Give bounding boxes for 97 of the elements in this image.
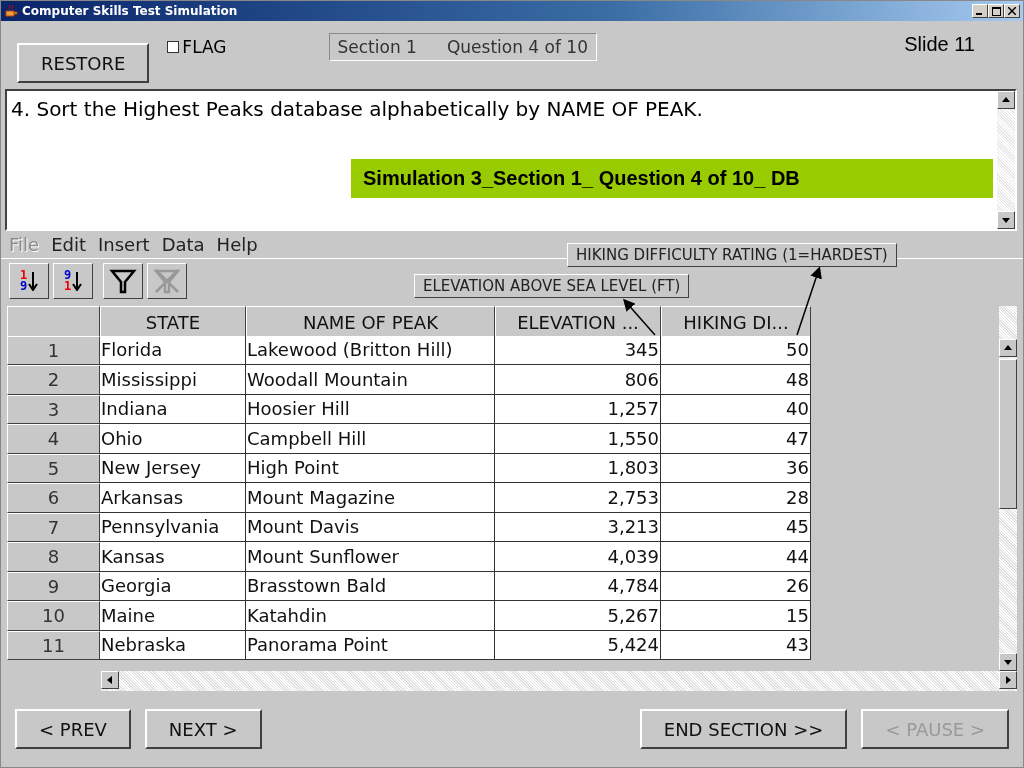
row-number[interactable]: 3 bbox=[7, 394, 100, 424]
table-cell: 1,550 bbox=[495, 424, 661, 454]
menu-item[interactable]: Edit bbox=[51, 234, 86, 255]
menu-item[interactable]: Help bbox=[216, 234, 258, 255]
down-arrow-icon bbox=[1001, 215, 1011, 225]
column-tooltip: ELEVATION ABOVE SEA LEVEL (FT) bbox=[414, 274, 690, 298]
slide-number: Slide 11 bbox=[904, 33, 975, 56]
row-number[interactable]: 9 bbox=[7, 571, 100, 601]
sort-button[interactable]: 1 9 bbox=[9, 263, 49, 299]
section-label: Section 1 bbox=[337, 37, 417, 57]
close-icon bbox=[1008, 7, 1016, 15]
table-cell: Woodall Mountain bbox=[246, 365, 495, 395]
table-cell: Hoosier Hill bbox=[246, 394, 495, 424]
table-cell: Arkansas bbox=[100, 483, 246, 513]
table-cell: Campbell Hill bbox=[246, 424, 495, 454]
table-cell: 4,784 bbox=[495, 571, 661, 601]
coffee-cup-icon bbox=[4, 4, 18, 18]
table-cell: 50 bbox=[661, 335, 811, 365]
table-cell: Mount Magazine bbox=[246, 483, 495, 513]
down-arrow-icon bbox=[28, 271, 39, 291]
table-cell: 40 bbox=[661, 394, 811, 424]
sort-digits: 9 1 bbox=[63, 270, 72, 292]
restore-button[interactable]: RESTORE bbox=[17, 43, 150, 83]
table-cell: High Point bbox=[246, 453, 495, 483]
nav-button[interactable]: < PREV bbox=[15, 709, 131, 749]
table-cell: 806 bbox=[495, 365, 661, 395]
table-cell: Lakewood (Britton Hill) bbox=[246, 335, 495, 365]
crossed-funnel-icon bbox=[153, 267, 181, 295]
menu-item[interactable]: Insert bbox=[98, 234, 150, 255]
right-arrow-icon bbox=[1003, 675, 1013, 685]
row-number[interactable]: 11 bbox=[7, 630, 100, 660]
table-cell: Panorama Point bbox=[246, 630, 495, 660]
table-cell: Mount Sunflower bbox=[246, 542, 495, 572]
table-cell: New Jersey bbox=[100, 453, 246, 483]
down-arrow-icon bbox=[1003, 657, 1013, 667]
table-cell: 1,257 bbox=[495, 394, 661, 424]
table-cell: 15 bbox=[661, 601, 811, 631]
table-cell: 345 bbox=[495, 335, 661, 365]
table-cell: 5,267 bbox=[495, 601, 661, 631]
row-number[interactable]: 6 bbox=[7, 483, 100, 513]
table-cell: Pennsylvania bbox=[100, 512, 246, 542]
table-cell: 26 bbox=[661, 571, 811, 601]
table-cell: Ohio bbox=[100, 424, 246, 454]
row-number[interactable]: 7 bbox=[7, 512, 100, 542]
vertical-scrollbar[interactable] bbox=[997, 91, 1015, 229]
table-cell: 36 bbox=[661, 453, 811, 483]
table-cell: Maine bbox=[100, 601, 246, 631]
table-cell: Mississippi bbox=[100, 365, 246, 395]
table-cell: 5,424 bbox=[495, 630, 661, 660]
sort-digits: 1 9 bbox=[19, 270, 28, 292]
question-text: 4. Sort the Highest Peaks database alphabetically by NAME OF PEAK. bbox=[11, 97, 704, 121]
table-cell: 44 bbox=[661, 542, 811, 572]
close-button[interactable] bbox=[1004, 4, 1020, 18]
down-arrow-icon bbox=[72, 271, 83, 291]
nav-button[interactable]: END SECTION >> bbox=[639, 709, 848, 749]
funnel-icon bbox=[109, 267, 137, 295]
question-counter: Question 4 of 10 bbox=[446, 37, 588, 57]
table-cell: 28 bbox=[661, 483, 811, 513]
pointer-arrow bbox=[623, 298, 656, 336]
column-tooltip: HIKING DIFFICULTY RATING (1=HARDEST) bbox=[567, 243, 897, 267]
table-cell: Katahdin bbox=[246, 601, 495, 631]
table-cell: Georgia bbox=[100, 571, 246, 601]
maximize-button[interactable] bbox=[988, 4, 1004, 18]
window-title: Computer Skills Test Simulation bbox=[22, 4, 238, 18]
maximize-icon bbox=[991, 6, 1001, 16]
minimize-button[interactable] bbox=[972, 4, 988, 18]
table-cell: Mount Davis bbox=[246, 512, 495, 542]
nav-button[interactable]: NEXT > bbox=[144, 709, 262, 749]
table-cell: 4,039 bbox=[495, 542, 661, 572]
row-number[interactable]: 1 bbox=[7, 335, 100, 365]
table-cell: 3,213 bbox=[495, 512, 661, 542]
table-cell: 2,753 bbox=[495, 483, 661, 513]
sort-button[interactable]: 9 1 bbox=[53, 263, 93, 299]
filter-button[interactable] bbox=[103, 263, 143, 299]
row-number[interactable]: 4 bbox=[7, 424, 100, 454]
simulation-banner: Simulation 3_Section 1_ Question 4 of 10_ DB bbox=[351, 159, 993, 198]
vertical-scrollbar[interactable] bbox=[999, 306, 1017, 671]
row-number[interactable]: 2 bbox=[7, 365, 100, 395]
pointer-arrow bbox=[796, 266, 822, 336]
table-cell: Kansas bbox=[100, 542, 246, 572]
table-cell: 47 bbox=[661, 424, 811, 454]
flag-checkbox[interactable]: FLAG bbox=[167, 37, 227, 57]
table-cell: Nebraska bbox=[100, 630, 246, 660]
row-number[interactable]: 8 bbox=[7, 542, 100, 572]
left-arrow-icon bbox=[105, 675, 115, 685]
row-number[interactable]: 5 bbox=[7, 453, 100, 483]
table-cell: Indiana bbox=[100, 394, 246, 424]
up-arrow-icon bbox=[1001, 95, 1011, 105]
up-arrow-icon bbox=[1003, 343, 1013, 353]
table-cell: 43 bbox=[661, 630, 811, 660]
menu-item[interactable]: Data bbox=[161, 234, 205, 255]
table-cell: 1,803 bbox=[495, 453, 661, 483]
table-cell: Florida bbox=[100, 335, 246, 365]
table-cell: 48 bbox=[661, 365, 811, 395]
table-cell: 45 bbox=[661, 512, 811, 542]
row-number[interactable]: 10 bbox=[7, 601, 100, 631]
table-cell: Brasstown Bald bbox=[246, 571, 495, 601]
